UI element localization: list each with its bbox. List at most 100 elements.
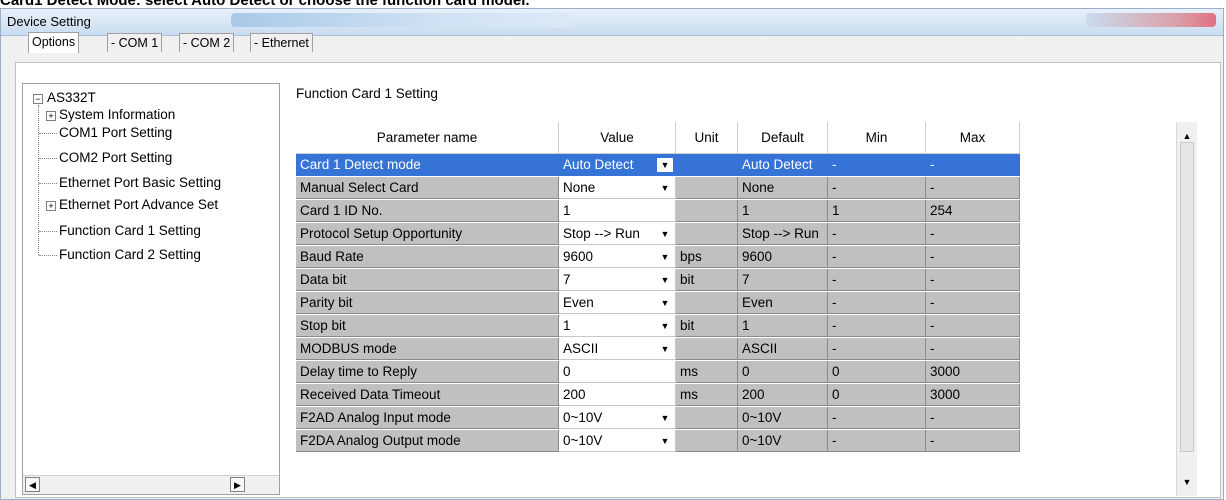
expand-icon[interactable]: + xyxy=(46,201,56,211)
scroll-down-icon[interactable]: ▼ xyxy=(1179,474,1195,490)
tree-item-ethernet-advance[interactable]: Ethernet Port Advance Set xyxy=(59,197,218,212)
cell-text: Card 1 Detect mode xyxy=(300,157,421,172)
value-dropdown[interactable]: Even ▼ xyxy=(559,292,676,314)
table-row[interactable]: Delay time to Reply 0 ms 0 0 3000 xyxy=(296,361,1020,383)
scroll-left-icon[interactable]: ◀ xyxy=(25,477,40,492)
chevron-down-icon[interactable]: ▼ xyxy=(657,342,673,356)
cell-text: - xyxy=(930,180,935,195)
cell-unit xyxy=(676,154,738,176)
tab-com2[interactable]: - COM 2 xyxy=(179,33,235,52)
cell-unit xyxy=(676,200,738,222)
value-dropdown[interactable]: Auto Detect ▼ xyxy=(559,154,676,176)
cell-unit xyxy=(676,177,738,199)
tree-item-function-card-1[interactable]: Function Card 1 Setting xyxy=(59,223,201,238)
table-row[interactable]: Baud Rate 9600 ▼ bps 9600 - - xyxy=(296,246,1020,268)
cell-text: - xyxy=(832,272,837,287)
cell-text: - xyxy=(832,295,837,310)
window-control-buttons[interactable] xyxy=(1086,13,1216,27)
tree-item-function-card-2[interactable]: Function Card 2 Setting xyxy=(59,247,201,262)
column-header-value[interactable]: Value xyxy=(559,122,676,154)
value-dropdown[interactable]: 0~10V ▼ xyxy=(559,407,676,429)
cell-default: None xyxy=(738,177,828,199)
cell-text: Stop --> Run xyxy=(563,226,640,241)
chevron-down-icon[interactable]: ▼ xyxy=(657,319,673,333)
cell-text: bps xyxy=(680,249,702,264)
tree-item-com1-port[interactable]: COM1 Port Setting xyxy=(59,125,172,140)
value-input[interactable]: 0 xyxy=(559,361,676,383)
section-title: Function Card 1 Setting xyxy=(296,86,438,101)
cell-max: - xyxy=(926,246,1020,268)
cell-text: 0 xyxy=(563,364,571,379)
expand-icon[interactable]: + xyxy=(46,111,56,121)
table-row[interactable]: F2DA Analog Output mode 0~10V ▼ 0~10V - - xyxy=(296,430,1020,452)
cell-text: - xyxy=(930,318,935,333)
table-row[interactable]: Protocol Setup Opportunity Stop --> Run ▼ S… xyxy=(296,223,1020,245)
tree-item-system-information[interactable]: System Information xyxy=(59,107,175,122)
cell-max: - xyxy=(926,338,1020,360)
chevron-down-icon[interactable]: ▼ xyxy=(657,227,673,241)
cell-name: F2AD Analog Input mode xyxy=(296,407,559,429)
chevron-down-icon[interactable]: ▼ xyxy=(657,158,673,172)
scrollbar-thumb[interactable] xyxy=(1180,142,1194,452)
column-header-max[interactable]: Max xyxy=(926,122,1020,154)
value-dropdown[interactable]: Stop --> Run ▼ xyxy=(559,223,676,245)
chevron-down-icon[interactable]: ▼ xyxy=(657,181,673,195)
table-row[interactable]: Parity bit Even ▼ Even - - xyxy=(296,292,1020,314)
cell-max: - xyxy=(926,177,1020,199)
cell-text: bit xyxy=(680,318,695,333)
cell-text: None xyxy=(563,180,596,195)
cell-default: Auto Detect xyxy=(738,154,828,176)
table-row[interactable]: F2AD Analog Input mode 0~10V ▼ 0~10V - - xyxy=(296,407,1020,429)
tree-root[interactable]: AS332T xyxy=(47,90,96,105)
table-row[interactable]: Data bit 7 ▼ bit 7- - xyxy=(296,269,1020,291)
grid-vertical-scrollbar[interactable]: ▲ ▼ xyxy=(1176,122,1197,496)
tab-options[interactable]: Options xyxy=(28,32,80,53)
cell-max: - xyxy=(926,407,1020,429)
cell-text: ASCII xyxy=(742,341,778,356)
cell-max: - xyxy=(926,292,1020,314)
cell-min: - xyxy=(828,154,926,176)
tree-item-ethernet-basic[interactable]: Ethernet Port Basic Setting xyxy=(59,175,221,190)
chevron-down-icon[interactable]: ▼ xyxy=(657,250,673,264)
chevron-down-icon[interactable]: ▼ xyxy=(657,434,673,448)
tree-horizontal-scrollbar[interactable]: ◀ ▶ xyxy=(23,475,279,494)
chevron-down-icon[interactable]: ▼ xyxy=(657,273,673,287)
cell-text: - xyxy=(832,318,837,333)
collapse-icon[interactable]: − xyxy=(33,94,43,104)
chevron-down-icon[interactable]: ▼ xyxy=(657,411,673,425)
cell-text: Protocol Setup Opportunity xyxy=(300,226,463,241)
value-dropdown[interactable]: 1 ▼ xyxy=(559,315,676,337)
tab-com1[interactable]: - COM 1 xyxy=(107,33,163,52)
settings-tree[interactable]: − AS332T + System Information COM1 Port … xyxy=(22,83,280,495)
value-dropdown[interactable]: 9600 ▼ xyxy=(559,246,676,268)
cell-text: 1 xyxy=(563,318,571,333)
table-row[interactable]: MODBUS mode ASCII ▼ ASCII - - xyxy=(296,338,1020,360)
table-row[interactable]: Card 1 Detect mode Auto Detect ▼ Auto Detec… xyxy=(296,154,1020,176)
table-row[interactable]: Stop bit 1 ▼ bit 1- - xyxy=(296,315,1020,337)
tree-item-com2-port[interactable]: COM2 Port Setting xyxy=(59,150,172,165)
value-input[interactable]: 200 xyxy=(559,384,676,406)
value-dropdown[interactable]: 7 ▼ xyxy=(559,269,676,291)
column-header-default[interactable]: Default xyxy=(738,122,828,154)
table-row[interactable]: Received Data Timeout 200 ms 200 0 3000 xyxy=(296,384,1020,406)
chevron-down-icon[interactable]: ▼ xyxy=(657,296,673,310)
cell-text: 3000 xyxy=(930,387,961,402)
table-row[interactable]: Manual Select Card None ▼ None - - xyxy=(296,177,1020,199)
value-input[interactable]: 1 xyxy=(559,200,676,222)
scroll-right-icon[interactable]: ▶ xyxy=(230,477,245,492)
column-header-parameter[interactable]: Parameter name xyxy=(296,122,559,154)
column-header-min[interactable]: Min xyxy=(828,122,926,154)
tree-connector-line xyxy=(39,133,57,134)
cell-text: - xyxy=(930,249,935,264)
cell-max: - xyxy=(926,223,1020,245)
cell-text: - xyxy=(930,295,935,310)
value-dropdown[interactable]: None ▼ xyxy=(559,177,676,199)
cell-unit: bit xyxy=(676,269,738,291)
cell-name: Card 1 ID No. xyxy=(296,200,559,222)
value-dropdown[interactable]: ASCII ▼ xyxy=(559,338,676,360)
tab-ethernet[interactable]: - Ethernet xyxy=(250,33,313,52)
column-header-unit[interactable]: Unit xyxy=(676,122,738,154)
table-row[interactable]: Card 1 ID No. 1 1 1 254 xyxy=(296,200,1020,222)
value-dropdown[interactable]: 0~10V ▼ xyxy=(559,430,676,452)
cell-default: 0 xyxy=(738,361,828,383)
